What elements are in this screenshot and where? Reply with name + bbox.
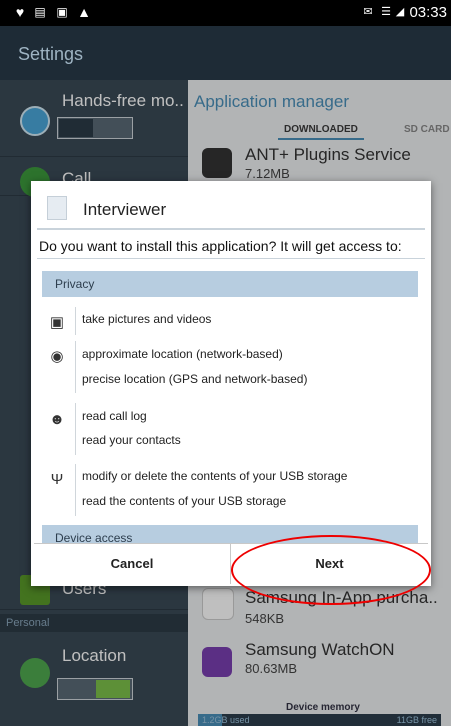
- install-dialog: Interviewer Do you want to install this …: [31, 181, 431, 586]
- dialog-title: Interviewer: [83, 200, 167, 219]
- location-pin-icon: ◉: [50, 348, 64, 365]
- permission-text: modify or delete the contents of your US…: [82, 469, 348, 483]
- status-bar: ♥ ▤ ▣ ▲ ✉ ☰ ◢ 03:33: [0, 0, 451, 26]
- mute-icon: ✉: [363, 6, 373, 18]
- install-question: Do you want to install this application?…: [39, 238, 402, 254]
- cancel-button[interactable]: Cancel: [34, 544, 231, 584]
- app-bar: Settings: [0, 26, 451, 80]
- dialog-divider: [37, 228, 425, 230]
- warning-icon: ▲: [77, 4, 91, 20]
- permission-text: take pictures and videos: [82, 312, 212, 326]
- permission-text: read the contents of your USB storage: [82, 494, 287, 508]
- section-device-access: Device access: [42, 525, 418, 545]
- permission-group-location: ◉ approximate location (network-based) p…: [31, 341, 431, 397]
- permission-text: read your contacts: [82, 433, 181, 447]
- section-privacy: Privacy: [42, 271, 418, 297]
- permission-text: approximate location (network-based): [82, 347, 283, 361]
- permission-text: precise location (GPS and network-based): [82, 372, 308, 386]
- next-button[interactable]: Next: [231, 544, 428, 584]
- document-notification-icon: ▤: [34, 5, 46, 19]
- dialog-button-bar: Cancel Next: [34, 543, 428, 584]
- signal-icon: ◢: [395, 6, 405, 18]
- app-icon: [47, 196, 67, 220]
- image-notification-icon: ▣: [56, 5, 68, 19]
- dialog-header: Interviewer: [31, 181, 431, 225]
- question-divider: [37, 258, 425, 259]
- usb-icon: Ψ: [50, 471, 64, 488]
- status-time: 03:33: [409, 4, 447, 21]
- camera-icon: ▣: [49, 314, 65, 331]
- people-icon: ☻: [49, 411, 65, 428]
- permission-text: read call log: [82, 409, 147, 423]
- app-bar-title: Settings: [18, 44, 84, 64]
- permission-group-storage: Ψ modify or delete the contents of your …: [31, 464, 431, 520]
- permission-group-camera: ▣ take pictures and videos: [31, 307, 431, 337]
- permission-group-social: ☻ read call log read your contacts: [31, 403, 431, 459]
- heart-notification-icon: ♥: [15, 4, 25, 20]
